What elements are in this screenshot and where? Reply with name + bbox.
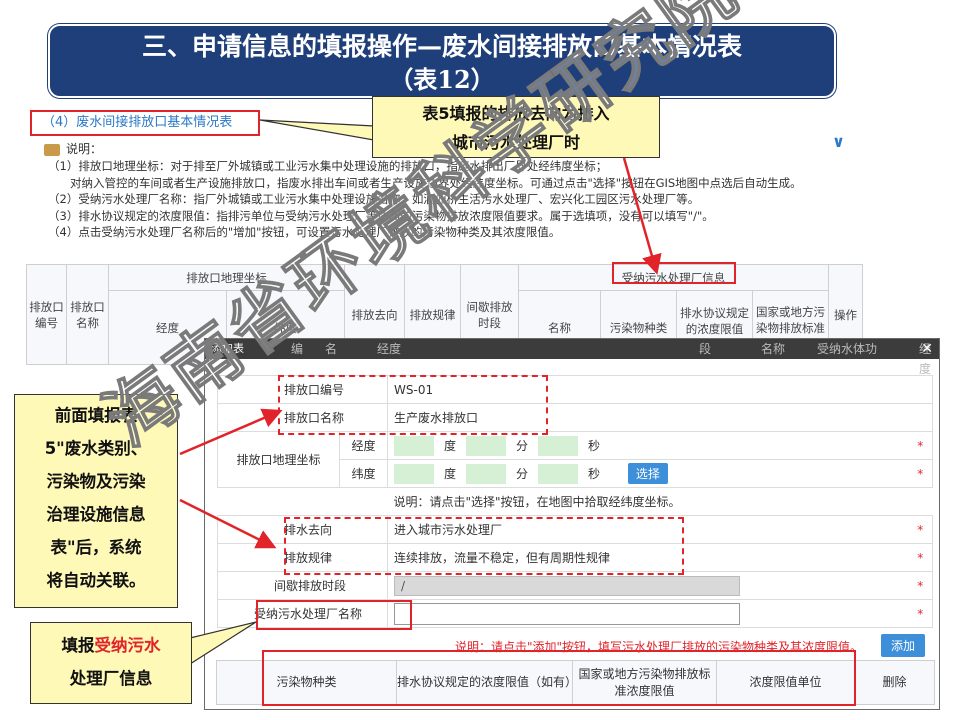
th-delete: 删除 bbox=[854, 660, 935, 705]
th-outlet-name: 排放口名称 bbox=[66, 264, 109, 365]
label-intermittent: 间歇排放时段 bbox=[217, 571, 388, 600]
ghost-header: 受纳水体功 bbox=[817, 342, 878, 356]
lon-sec-input[interactable] bbox=[538, 435, 578, 456]
lon-inputs: 度分秒 bbox=[387, 431, 909, 460]
callout-line: 填报受纳污水 bbox=[31, 629, 191, 662]
label-lon: 经度 bbox=[339, 431, 388, 460]
intermittent-cell: / bbox=[387, 571, 909, 600]
intermittent-input[interactable]: / bbox=[394, 575, 740, 596]
callout-line: 处理厂信息 bbox=[69, 669, 153, 688]
lat-min-input[interactable] bbox=[466, 463, 506, 484]
required-mark: * bbox=[908, 431, 933, 460]
lat-deg-input[interactable] bbox=[394, 463, 434, 484]
section-title: （4）废水间接排放口基本情况表 bbox=[30, 110, 260, 136]
outlet-id-highlight bbox=[278, 375, 548, 435]
th-outlet-no: 排放口编号 bbox=[26, 264, 67, 365]
required-mark bbox=[908, 375, 933, 404]
plant-name-cell bbox=[387, 599, 909, 628]
spacer bbox=[218, 488, 388, 516]
unit-sec: 秒 bbox=[587, 467, 600, 481]
select-coord-button[interactable]: 选择 bbox=[627, 463, 668, 484]
lat-inputs: 度 分 秒 选择 bbox=[387, 459, 909, 488]
required-mark: * bbox=[908, 571, 933, 600]
required-mark: * bbox=[908, 515, 933, 544]
callout-plant-info: 填报受纳污水 处理厂信息 bbox=[30, 622, 192, 704]
chevron-double-down-icon[interactable]: ∨ bbox=[832, 132, 845, 151]
direction-rule-highlight bbox=[284, 517, 684, 575]
unit-deg: 度 bbox=[443, 467, 456, 481]
callout-line: 治理设施信息 bbox=[46, 505, 146, 524]
dialog-titlebar: 添加表 编 名 经度 段 名称 受纳水体功 经度 ✕ bbox=[205, 339, 939, 376]
unit-min: 分 bbox=[515, 439, 528, 453]
required-mark bbox=[908, 403, 933, 432]
plant-name-input[interactable] bbox=[394, 602, 740, 625]
plant-info-highlight bbox=[612, 262, 736, 284]
notes-label: 说明： bbox=[66, 142, 103, 156]
callout-red-text: 受纳污水 bbox=[94, 636, 161, 655]
callout-line: 污染物及污染 bbox=[46, 472, 146, 491]
book-icon bbox=[44, 143, 60, 156]
lon-deg-input[interactable] bbox=[394, 435, 434, 456]
add-pollutant-button[interactable]: 添加 bbox=[881, 634, 926, 657]
notes-header: 说明： bbox=[44, 140, 102, 157]
close-icon[interactable]: ✕ bbox=[921, 339, 933, 359]
required-mark: * bbox=[908, 459, 933, 488]
unit-sec: 秒 bbox=[587, 439, 600, 453]
ghost-header: 段 bbox=[699, 342, 712, 356]
coord-note: 说明：请点击"选择"按钮，在地图中拾取经纬度坐标。 bbox=[393, 495, 681, 509]
unit-min: 分 bbox=[515, 467, 528, 481]
ghost-header: 名 bbox=[325, 342, 338, 356]
lon-min-input[interactable] bbox=[466, 435, 506, 456]
required-mark: * bbox=[908, 599, 933, 628]
pollutant-table-highlight bbox=[262, 650, 856, 706]
lat-sec-input[interactable] bbox=[538, 463, 578, 484]
slide-title-line2: （表12） bbox=[389, 65, 495, 94]
plant-name-highlight bbox=[256, 600, 412, 630]
callout-line: 表"后，系统 bbox=[50, 538, 142, 557]
unit-deg: 度 bbox=[443, 439, 456, 453]
required-mark: * bbox=[908, 543, 933, 572]
label-lat: 纬度 bbox=[339, 459, 388, 488]
callout-line: 将自动关联。 bbox=[46, 571, 146, 590]
ghost-header: 经度 bbox=[377, 342, 402, 356]
label-geo: 排放口地理坐标 bbox=[217, 431, 340, 488]
callout-text: 填报 bbox=[61, 636, 95, 655]
ghost-header: 名称 bbox=[761, 342, 786, 356]
